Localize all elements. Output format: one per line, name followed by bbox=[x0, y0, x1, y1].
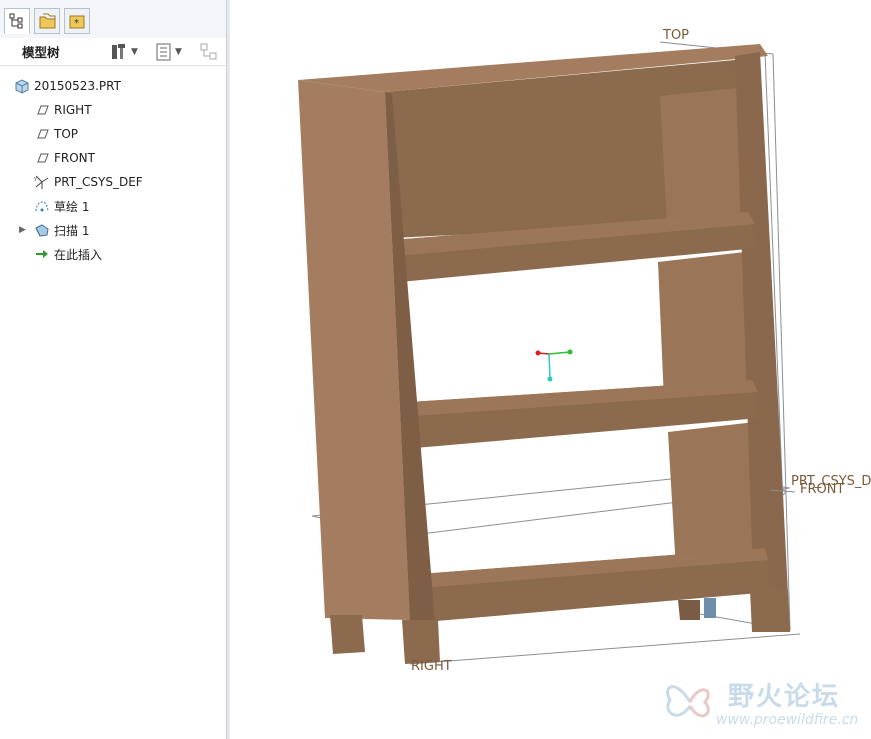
settings-dropdown[interactable]: ▼ bbox=[110, 42, 138, 62]
model-tree-panel: 模型树 ▼ ▼ 20150523.PRT RIGHT TOP FRONT y P… bbox=[0, 38, 227, 739]
svg-text:*: * bbox=[74, 18, 79, 29]
expand-arrow-icon[interactable]: ▶ bbox=[19, 225, 26, 235]
tree-item-label: 20150523.PRT bbox=[34, 79, 121, 93]
tree-item-part[interactable]: 20150523.PRT bbox=[0, 74, 226, 98]
insert-here-arrow-icon bbox=[36, 250, 48, 258]
tree-item-label: TOP bbox=[54, 127, 79, 141]
model-tree-tab[interactable] bbox=[4, 8, 30, 34]
leg-back-left bbox=[330, 615, 365, 654]
tree-item-label: 扫描 1 bbox=[54, 223, 90, 238]
right-inner-panel-lower bbox=[668, 422, 760, 570]
folder-browser-tab[interactable] bbox=[34, 8, 60, 34]
favorites-icon: * bbox=[69, 15, 85, 29]
butterfly-logo-icon bbox=[666, 685, 710, 718]
filter-icon bbox=[200, 43, 217, 60]
axis-y-end bbox=[535, 350, 541, 356]
tree-item-label: 草绘 1 bbox=[54, 199, 90, 214]
panel-title: 模型树 bbox=[22, 45, 60, 60]
watermark-title: 野火论坛 bbox=[728, 682, 841, 712]
svg-text:y: y bbox=[34, 176, 37, 182]
graphics-viewport[interactable]: TOP RIGHT FRONT PRT_CSYS_DEF 野火论坛 www.pr… bbox=[230, 0, 871, 739]
leg-front-left bbox=[402, 620, 440, 664]
sweep-icon bbox=[35, 224, 49, 237]
axis-x-end bbox=[567, 349, 573, 355]
datum-plane-icon bbox=[37, 129, 49, 139]
part-icon bbox=[15, 79, 29, 94]
model-tree: 20150523.PRT RIGHT TOP FRONT y PRT_CSYS_… bbox=[0, 74, 226, 266]
datum-label-csys: PRT_CSYS_DEF bbox=[791, 474, 871, 489]
leg-back-right bbox=[678, 600, 700, 620]
tree-item-label: FRONT bbox=[54, 151, 95, 165]
model-tree-icon bbox=[9, 13, 23, 29]
coordinate-system-icon: y bbox=[34, 175, 49, 189]
folder-browser-icon bbox=[39, 13, 56, 29]
tree-item-label: 在此插入 bbox=[54, 247, 103, 262]
datum-plane-right-outline bbox=[409, 633, 801, 665]
datum-plane-icon bbox=[37, 153, 49, 163]
favorites-tab[interactable]: * bbox=[64, 8, 90, 34]
chevron-down-icon: ▼ bbox=[131, 47, 138, 57]
tree-item-label: RIGHT bbox=[54, 103, 92, 117]
tree-item-front[interactable]: FRONT bbox=[0, 146, 226, 170]
tree-item-right[interactable]: RIGHT bbox=[0, 98, 226, 122]
tree-item-sweep[interactable]: ▶ 扫描 1 bbox=[0, 218, 226, 242]
datum-plane-icon bbox=[37, 105, 49, 115]
right-inner-panel-middle bbox=[658, 252, 752, 400]
datum-label-right: RIGHT bbox=[411, 659, 452, 674]
datum-label-top: TOP bbox=[662, 28, 689, 43]
model-canvas: TOP RIGHT FRONT PRT_CSYS_DEF bbox=[298, 28, 871, 674]
tree-item-label: PRT_CSYS_DEF bbox=[54, 175, 143, 189]
forum-watermark: 野火论坛 www.proewildfire.cn bbox=[660, 672, 865, 732]
axis-z bbox=[548, 353, 551, 379]
leg-front-right bbox=[750, 590, 790, 632]
axis-z-end bbox=[547, 376, 553, 382]
tree-item-top[interactable]: TOP bbox=[0, 122, 226, 146]
csys-triad bbox=[535, 349, 573, 382]
tree-item-csys[interactable]: y PRT_CSYS_DEF bbox=[0, 170, 226, 194]
tree-item-sketch[interactable]: 草绘 1 bbox=[0, 194, 226, 218]
navigator-tabs: * bbox=[0, 0, 226, 39]
sketch-icon bbox=[35, 201, 49, 212]
watermark-url: www.proewildfire.cn bbox=[716, 712, 859, 728]
show-dropdown[interactable]: ▼ bbox=[156, 42, 182, 62]
leg-shadow bbox=[704, 598, 716, 618]
list-settings-icon bbox=[156, 43, 171, 61]
tools-icon bbox=[112, 44, 125, 59]
right-inner-panel bbox=[660, 88, 742, 226]
chevron-down-icon: ▼ bbox=[175, 47, 182, 57]
tree-item-insert-here[interactable]: 在此插入 bbox=[0, 242, 226, 266]
filter-button[interactable] bbox=[200, 42, 218, 62]
axis-x bbox=[548, 351, 571, 355]
model-tree-header: 模型树 ▼ ▼ bbox=[0, 38, 226, 66]
